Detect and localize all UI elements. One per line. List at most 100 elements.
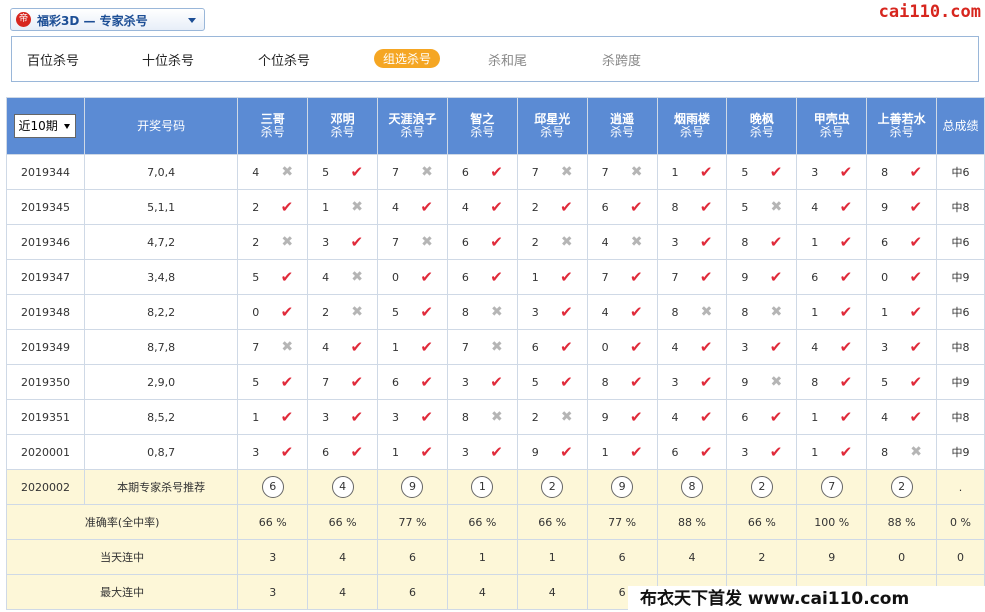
pick-number: 6 — [881, 235, 889, 249]
pick-pair: 5 ✖ — [727, 199, 796, 215]
check-icon: ✔ — [560, 373, 573, 391]
tab-tens[interactable]: 十位杀号 — [142, 50, 194, 69]
pick-cell: 7 ✔ — [586, 259, 658, 295]
check-icon: ✔ — [629, 408, 643, 426]
draw-cell: 5,1,1 — [83, 189, 239, 225]
pick-pair: 6 ✔ — [308, 443, 377, 461]
pick-cell: 6 ✔ — [726, 399, 798, 435]
pick-cell: 3 ✔ — [377, 399, 448, 435]
cross-icon: ✖ — [700, 304, 713, 320]
pick-number: 7 — [461, 340, 469, 354]
check-icon: ✔ — [350, 408, 364, 426]
table-row: 2019349 8,7,8 7 ✖ 4 ✔ 1 ✔ 7 ✖ 6 ✔ 0 ✔ 4 ✔ 3 ✔ 4 ✔ 3 ✔ 中8 — [6, 329, 985, 365]
pick-cell: 9 ✔ — [516, 434, 588, 470]
pick-number: 6 — [392, 375, 400, 389]
pick-cell: 4 ✖ — [307, 259, 379, 295]
pick-pair: 3 ✔ — [448, 373, 517, 391]
brand-logo-icon: 帝 — [16, 12, 31, 27]
pick-cell: 1 ✔ — [377, 434, 448, 470]
tab-units[interactable]: 个位杀号 — [258, 50, 310, 69]
period-cell: 2020001 — [6, 434, 85, 470]
pick-number: 1 — [392, 445, 400, 459]
pick-pair: 6 ✔ — [797, 268, 866, 286]
pick-number: 6 — [741, 410, 749, 424]
pick-pair: 5 ✔ — [238, 373, 307, 391]
period-cell: 2019346 — [6, 224, 85, 260]
recommend-number: 1 — [471, 476, 494, 498]
recommend-cell: 9 — [377, 469, 448, 505]
stats-cell: 4 — [307, 539, 379, 575]
pick-number: 1 — [811, 235, 819, 249]
expert-sub-label: 杀号 — [260, 125, 285, 139]
pick-number: 3 — [811, 165, 819, 179]
check-icon: ✔ — [909, 373, 923, 391]
pick-pair: 3 ✔ — [727, 443, 796, 461]
pick-cell: 6 ✔ — [446, 259, 518, 295]
pick-number: 1 — [811, 445, 819, 459]
check-icon: ✔ — [280, 268, 294, 286]
period-select-value: 近10期 — [18, 119, 58, 133]
cross-icon: ✖ — [560, 409, 573, 425]
pick-cell: 3 ✔ — [656, 224, 728, 260]
tab-group[interactable]: 组选杀号 — [374, 49, 441, 68]
pick-pair: 6 ✔ — [378, 373, 447, 391]
total-cell: 中9 — [936, 259, 985, 295]
period-cell: 2019345 — [6, 189, 85, 225]
pick-cell: 9 ✔ — [726, 259, 798, 295]
pick-pair: 4 ✔ — [797, 198, 866, 216]
pick-pair: 7 ✖ — [378, 234, 447, 250]
pick-cell: 2 ✖ — [516, 224, 588, 260]
tab-span[interactable]: 杀跨度 — [602, 50, 641, 69]
pick-cell: 9 ✖ — [726, 364, 798, 400]
stats-cell: 77 % — [377, 504, 448, 540]
stats-cell: 77 % — [586, 504, 658, 540]
pick-number: 4 — [811, 200, 819, 214]
check-icon: ✔ — [350, 373, 364, 391]
check-icon: ✔ — [839, 268, 853, 286]
pick-number: 5 — [741, 200, 749, 214]
pick-number: 8 — [881, 445, 889, 459]
cross-icon: ✖ — [421, 234, 433, 250]
expert-sub-label: 杀号 — [330, 125, 355, 139]
pick-number: 4 — [601, 235, 609, 249]
cross-icon: ✖ — [421, 164, 433, 180]
pick-cell: 1 ✔ — [796, 434, 868, 470]
pick-number: 7 — [252, 340, 260, 354]
check-icon: ✔ — [280, 198, 294, 216]
pick-pair: 5 ✔ — [378, 303, 447, 321]
table-row: 2019346 4,7,2 2 ✖ 3 ✔ 7 ✖ 6 ✔ 2 ✖ 4 ✖ 3 ✔ 8 ✔ 1 ✔ 6 ✔ 中6 — [6, 224, 985, 260]
pick-pair: 1 ✔ — [238, 408, 307, 426]
pick-number: 9 — [881, 200, 889, 214]
pick-pair: 3 ✔ — [867, 338, 936, 356]
check-icon: ✔ — [769, 443, 783, 461]
draw-cell: 8,5,2 — [83, 399, 239, 435]
total-cell: . — [936, 469, 985, 505]
pick-number: 8 — [811, 375, 819, 389]
tab-sum-tail[interactable]: 杀和尾 — [488, 50, 527, 69]
draw-cell: 8,2,2 — [83, 294, 239, 330]
total-cell: 中8 — [936, 329, 985, 365]
pick-number: 4 — [811, 340, 819, 354]
cross-icon: ✖ — [770, 199, 783, 215]
pick-cell: 5 ✖ — [726, 189, 798, 225]
pick-cell: 7 ✖ — [377, 154, 448, 190]
pick-number: 8 — [601, 375, 609, 389]
pick-cell: 3 ✔ — [307, 224, 379, 260]
pick-pair: 6 ✔ — [727, 408, 796, 426]
pick-cell: 1 ✔ — [656, 154, 728, 190]
pick-number: 6 — [461, 270, 469, 284]
pick-pair: 5 ✔ — [238, 268, 307, 286]
pick-cell: 8 ✔ — [796, 364, 868, 400]
tab-hundreds[interactable]: 百位杀号 — [27, 50, 79, 69]
recommend-cell: 1 — [446, 469, 518, 505]
cross-icon: ✖ — [351, 269, 364, 285]
period-select[interactable]: 近10期 — [14, 114, 77, 138]
pick-number: 2 — [531, 235, 539, 249]
recommend-number: 9 — [611, 476, 634, 498]
pick-number: 4 — [881, 410, 889, 424]
lottery-selector[interactable]: 帝 福彩3D — 专家杀号 — [10, 8, 205, 31]
cross-icon: ✖ — [560, 234, 573, 250]
pick-pair: 9 ✔ — [588, 408, 657, 426]
check-icon: ✔ — [420, 198, 433, 216]
pick-pair: 9 ✖ — [727, 374, 796, 390]
